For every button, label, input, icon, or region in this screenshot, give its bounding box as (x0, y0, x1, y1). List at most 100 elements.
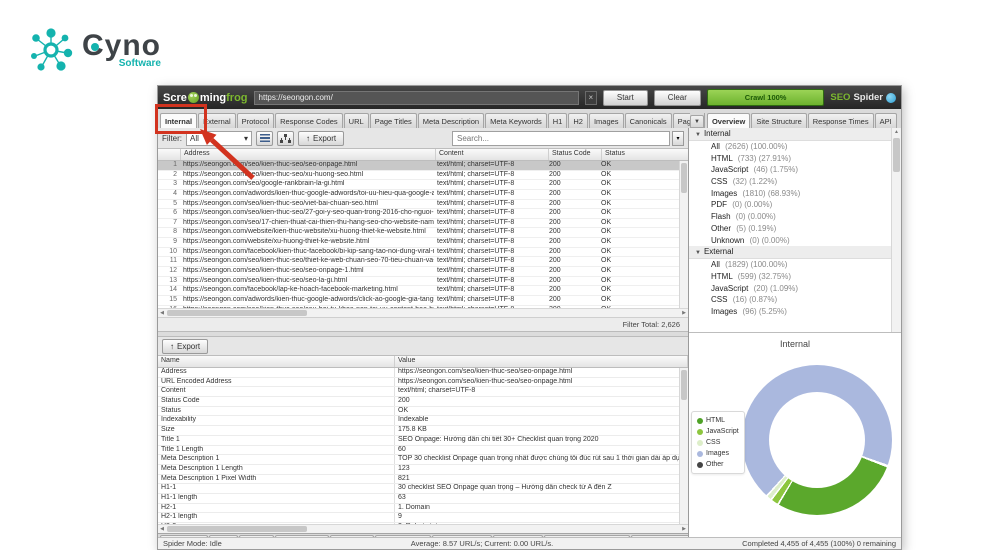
table-row[interactable]: 13 https://seongon.com/seo/kien-thuc-seo… (158, 277, 688, 287)
details-row[interactable]: Meta Description 1 Length 123 (158, 465, 688, 475)
overview-group-internal[interactable]: ▼Internal (689, 128, 892, 141)
details-export-button[interactable]: ↑ Export (162, 339, 208, 354)
details-horizontal-scrollbar[interactable]: ◀ ▶ (158, 524, 688, 533)
table-row[interactable]: 7 https://seongon.com/seo/17-chien-thuat… (158, 219, 688, 229)
search-input[interactable] (452, 131, 670, 146)
overview-item[interactable]: Images (1810) (68.93%) (689, 188, 892, 200)
table-row[interactable]: 9 https://seongon.com/website/xu-huong-t… (158, 238, 688, 248)
tree-view-button[interactable] (277, 131, 294, 146)
cyno-c-dot (91, 43, 99, 51)
details-row[interactable]: Status Code 200 (158, 397, 688, 407)
main-tab[interactable]: Meta Description (418, 113, 484, 128)
overview-item[interactable]: CSS (32) (1.22%) (689, 176, 892, 188)
main-tab[interactable]: Images (589, 113, 624, 128)
scrollbar-thumb[interactable] (681, 163, 687, 193)
details-toolbar: ↑ Export (158, 337, 688, 355)
table-row[interactable]: 12 https://seongon.com/seo/kien-thuc-seo… (158, 267, 688, 277)
details-row[interactable]: Address https://seongon.com/seo/kien-thu… (158, 368, 688, 378)
overview-item[interactable]: Flash (0) (0.00%) (689, 211, 892, 223)
overview-item[interactable]: CSS (16) (0.87%) (689, 294, 892, 306)
table-row[interactable]: 6 https://seongon.com/seo/kien-thuc-seo/… (158, 209, 688, 219)
overview-item[interactable]: JavaScript (46) (1.75%) (689, 164, 892, 176)
details-vertical-scrollbar[interactable] (679, 368, 688, 524)
scrollbar-thumb[interactable] (167, 310, 307, 316)
details-row[interactable]: H2-1 length 9 (158, 513, 688, 523)
details-export-label: Export (177, 342, 200, 351)
table-row[interactable]: 14 https://seongon.com/facebook/lap-ke-h… (158, 286, 688, 296)
details-row[interactable]: Title 1 SEO Onpage: Hướng dẫn chi tiết 3… (158, 436, 688, 446)
table-horizontal-scrollbar[interactable]: ◀ ▶ (158, 308, 688, 317)
table-row[interactable]: 15 https://seongon.com/adwords/kien-thuc… (158, 296, 688, 306)
right-panel-tab[interactable]: Site Structure (751, 113, 806, 128)
main-tab[interactable]: H2 (568, 113, 588, 128)
main-tab[interactable]: URL (344, 113, 369, 128)
details-row[interactable]: Meta Description 1 TOP 30 checklist Onpa… (158, 455, 688, 465)
search-options-button[interactable]: ▾ (672, 131, 684, 146)
main-tab[interactable]: Response Codes (275, 113, 343, 128)
overview-item[interactable]: Images (96) (5.25%) (689, 306, 892, 318)
scrollbar-thumb[interactable] (167, 526, 307, 532)
details-row[interactable]: H1-1 30 checklist SEO Onpage quan trọng … (158, 484, 688, 494)
row-number: 15 (158, 296, 180, 305)
detail-value: TOP 30 checklist Onpage quan trọng nhất … (395, 455, 688, 464)
overview-item[interactable]: JavaScript (20) (1.09%) (689, 283, 892, 295)
details-row[interactable]: Content text/html; charset=UTF-8 (158, 387, 688, 397)
table-row[interactable]: 5 https://seongon.com/seo/kien-thuc-seo/… (158, 200, 688, 210)
cyno-logo: Cyno Software (28, 26, 161, 74)
scrollbar-thumb[interactable] (681, 370, 687, 400)
cell-address: https://seongon.com/website/xu-huong-thi… (180, 238, 434, 247)
page: Cyno Software Scre ming frog × Start Cle… (0, 0, 1000, 550)
scrollbar-thumb[interactable] (893, 138, 900, 172)
export-button[interactable]: ↑ Export (298, 131, 344, 146)
details-row[interactable]: H2-1 1. Domain (158, 504, 688, 514)
table-row[interactable]: 11 https://seongon.com/seo/kien-thuc-seo… (158, 257, 688, 267)
main-tab[interactable]: Canonicals (625, 113, 672, 128)
column-header-content[interactable]: Content (436, 149, 549, 160)
overview-item[interactable]: Other (5) (0.19%) (689, 223, 892, 235)
main-tab[interactable]: Meta Keywords (485, 113, 547, 128)
details-row[interactable]: Indexability Indexable (158, 416, 688, 426)
clear-button[interactable]: Clear (654, 90, 701, 106)
scroll-right-icon[interactable]: ▶ (680, 525, 688, 533)
overview-group-external[interactable]: ▼External (689, 246, 892, 259)
right-panel-tab[interactable]: API (875, 113, 897, 128)
main-tab[interactable]: Page Titles (370, 113, 417, 128)
overview-item[interactable]: PDF (0) (0.00%) (689, 199, 892, 211)
start-button[interactable]: Start (603, 90, 648, 106)
main-tab[interactable]: Pagination (673, 113, 690, 128)
details-column-value[interactable]: Value (395, 356, 688, 367)
table-vertical-scrollbar[interactable] (679, 161, 688, 308)
main-tab[interactable]: H1 (548, 113, 568, 128)
detail-name: H2-1 length (158, 513, 395, 522)
detail-name: Address (158, 368, 395, 377)
column-header-status-code[interactable]: Status Code (549, 149, 602, 160)
overview-item[interactable]: HTML (733) (27.91%) (689, 153, 892, 165)
right-panel-tab[interactable]: Overview (707, 113, 750, 128)
cell-status: OK (598, 190, 688, 199)
column-header-status[interactable]: Status (602, 149, 693, 160)
overview-item[interactable]: HTML (599) (32.75%) (689, 271, 892, 283)
overview-scrollbar[interactable]: ▲ (891, 128, 901, 332)
clear-url-button[interactable]: × (585, 91, 597, 105)
tab-overflow-button[interactable]: ▼ (690, 115, 704, 128)
overview-item-count: (1829) (100.00%) (725, 260, 787, 269)
url-input[interactable] (254, 91, 579, 105)
details-row[interactable]: Size 175.8 KB (158, 426, 688, 436)
details-column-name[interactable]: Name (158, 356, 395, 367)
scroll-left-icon[interactable]: ◀ (158, 309, 166, 317)
overview-item[interactable]: All (2626) (100.00%) (689, 141, 892, 153)
scroll-right-icon[interactable]: ▶ (680, 309, 688, 317)
overview-item[interactable]: All (1829) (100.00%) (689, 259, 892, 271)
details-row[interactable]: Title 1 Length 60 (158, 446, 688, 456)
details-row[interactable]: URL Encoded Address https://seongon.com/… (158, 378, 688, 388)
right-panel-tab[interactable]: Response Times (808, 113, 874, 128)
details-row[interactable]: H1-1 length 63 (158, 494, 688, 504)
row-number: 11 (158, 257, 180, 266)
overview-item[interactable]: Unknown (0) (0.00%) (689, 235, 892, 247)
details-row[interactable]: Status OK (158, 407, 688, 417)
scroll-left-icon[interactable]: ◀ (158, 525, 166, 533)
table-row[interactable]: 10 https://seongon.com/facebook/kien-thu… (158, 248, 688, 258)
table-row[interactable]: 8 https://seongon.com/website/kien-thuc-… (158, 228, 688, 238)
details-row[interactable]: Meta Description 1 Pixel Width 821 (158, 475, 688, 485)
scroll-up-icon[interactable]: ▲ (892, 128, 901, 136)
